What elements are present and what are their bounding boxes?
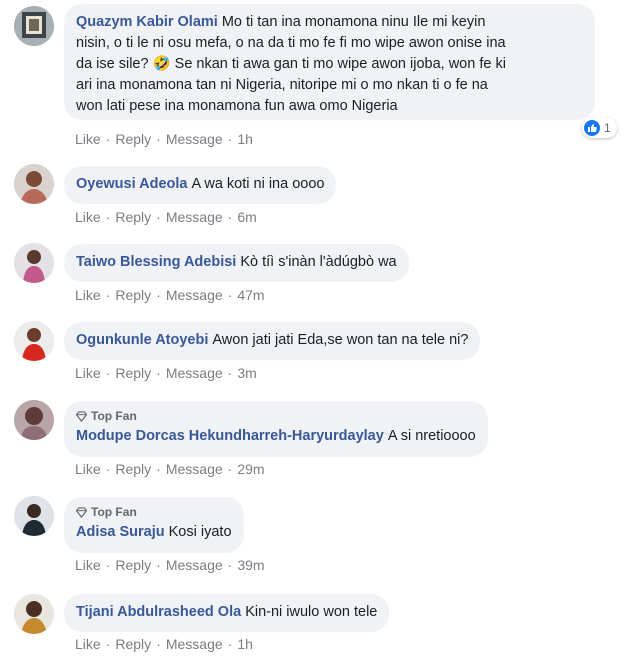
comment-bubble: Taiwo Blessing Adebisi Kò tíì s'inàn l'àd… — [64, 244, 409, 282]
reply-button[interactable]: Reply — [115, 636, 151, 652]
comment-actions: Like · Reply · Message · 29m — [75, 461, 265, 477]
avatar-image — [14, 243, 54, 283]
comment-text: Kosi iyato — [168, 524, 232, 540]
reaction-badge[interactable]: 1 — [582, 118, 617, 138]
avatar[interactable] — [14, 6, 54, 46]
timestamp[interactable]: 29m — [237, 461, 264, 477]
timestamp[interactable]: 1h — [237, 636, 253, 652]
top-fan-badge: Top Fan — [76, 505, 232, 519]
comment-bubble: Top Fan Modupe Dorcas Hekundharreh-Haryu… — [64, 401, 488, 457]
message-button[interactable]: Message — [166, 209, 223, 225]
comment-actions: Like · Reply · Message · 1h — [75, 636, 253, 652]
comment-bubble: Quazym Kabir Olami Mo ti tan ina monamona… — [64, 4, 595, 120]
top-fan-badge: Top Fan — [76, 409, 476, 423]
comment-text: A wa koti ni ina oooo — [191, 176, 325, 192]
comment-text: Kò tíì s'inàn l'àdúgbò wa — [240, 254, 397, 270]
comment-text: Kin-ni iwulo won tele — [245, 604, 378, 620]
comment-text-line: da ise sile? 🤣 Se nkan ti awa gan ti mo … — [76, 56, 506, 72]
message-button[interactable]: Message — [166, 557, 223, 573]
diamond-icon — [76, 410, 87, 422]
reaction-count: 1 — [604, 121, 611, 135]
commenter-name[interactable]: Quazym Kabir Olami — [76, 14, 218, 30]
commenter-name[interactable]: Taiwo Blessing Adebisi — [76, 254, 236, 270]
comment-actions: Like · Reply · Message · 6m — [75, 209, 257, 225]
avatar[interactable] — [14, 321, 54, 361]
avatar-image — [14, 594, 54, 634]
comment-bubble: Oyewusi Adeola A wa koti ni ina oooo — [64, 166, 337, 204]
top-fan-label: Top Fan — [91, 505, 137, 519]
commenter-name[interactable]: Adisa Suraju — [76, 524, 165, 540]
comment-bubble: Top Fan Adisa Suraju Kosi iyato — [64, 497, 244, 553]
avatar[interactable] — [14, 400, 54, 440]
reply-button[interactable]: Reply — [115, 365, 151, 381]
message-button[interactable]: Message — [166, 365, 223, 381]
like-button[interactable]: Like — [75, 365, 101, 381]
comment-bubble: Ogunkunle Atoyebi Awon jati jati Eda,se w… — [64, 322, 481, 360]
avatar[interactable] — [14, 164, 54, 204]
reply-button[interactable]: Reply — [115, 287, 151, 303]
avatar-image — [14, 400, 54, 440]
timestamp[interactable]: 3m — [237, 365, 256, 381]
like-button[interactable]: Like — [75, 461, 101, 477]
reply-button[interactable]: Reply — [115, 209, 151, 225]
top-fan-label: Top Fan — [91, 409, 137, 423]
message-button[interactable]: Message — [166, 636, 223, 652]
avatar-image — [14, 164, 54, 204]
comment-actions: Like · Reply · Message · 3m — [75, 365, 257, 381]
like-button[interactable]: Like — [75, 209, 101, 225]
comment-text: Mo ti tan ina monamona ninu Ile mi keyin — [221, 14, 486, 30]
comment-text-line: won lati pese ina monamona fun awa omo N… — [76, 98, 398, 114]
avatar[interactable] — [14, 496, 54, 536]
reply-button[interactable]: Reply — [115, 461, 151, 477]
comment-actions: Like · Reply · Message · 47m — [75, 287, 265, 303]
thumbs-up-icon — [584, 120, 600, 136]
like-button[interactable]: Like — [75, 287, 101, 303]
timestamp[interactable]: 47m — [237, 287, 264, 303]
timestamp[interactable]: 1h — [237, 131, 253, 147]
message-button[interactable]: Message — [166, 287, 223, 303]
comment-text-line: nisin, o ti le ni osu mefa, o na da ti m… — [76, 35, 506, 51]
comment-actions: Like · Reply · Message · 1h — [75, 131, 253, 147]
comment-text: Awon jati jati Eda,se won tan na tele ni… — [212, 332, 469, 348]
avatar[interactable] — [14, 594, 54, 634]
avatar-image — [14, 496, 54, 536]
comment-text-line: ari ina monamona tan ni Nigeria, nitorip… — [76, 77, 488, 93]
comment-bubble: Tijani Abdulrasheed Ola Kin-ni iwulo won … — [64, 594, 390, 632]
avatar[interactable] — [14, 243, 54, 283]
avatar-image — [14, 6, 54, 46]
reply-button[interactable]: Reply — [115, 557, 151, 573]
diamond-icon — [76, 506, 87, 518]
comment-actions: Like · Reply · Message · 39m — [75, 557, 265, 573]
commenter-name[interactable]: Tijani Abdulrasheed Ola — [76, 604, 241, 620]
timestamp[interactable]: 6m — [237, 209, 256, 225]
like-button[interactable]: Like — [75, 131, 101, 147]
message-button[interactable]: Message — [166, 461, 223, 477]
commenter-name[interactable]: Modupe Dorcas Hekundharreh-Haryurdaylay — [76, 428, 384, 444]
commenter-name[interactable]: Ogunkunle Atoyebi — [76, 332, 208, 348]
message-button[interactable]: Message — [166, 131, 223, 147]
reply-button[interactable]: Reply — [115, 131, 151, 147]
commenter-name[interactable]: Oyewusi Adeola — [76, 176, 187, 192]
timestamp[interactable]: 39m — [237, 557, 264, 573]
comment-text: A si nretioooo — [387, 428, 476, 444]
like-button[interactable]: Like — [75, 557, 101, 573]
avatar-image — [14, 321, 54, 361]
like-button[interactable]: Like — [75, 636, 101, 652]
